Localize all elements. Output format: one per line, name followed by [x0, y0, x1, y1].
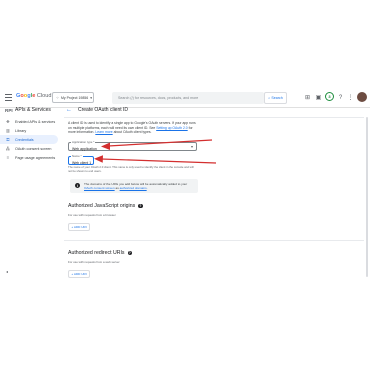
- logo-cloud-text: Cloud: [36, 93, 52, 99]
- project-selector[interactable]: ⁘ My Project 19856 ▾: [52, 92, 94, 103]
- sidebar-item-label: Library: [15, 128, 27, 133]
- sidebar-item-label: Credentials: [15, 137, 34, 142]
- notice-text-part: .: [146, 186, 148, 190]
- dashboard-icon: ✥: [6, 119, 10, 124]
- client-name-hint: The name of your OAuth 2.0 client. This …: [68, 165, 194, 173]
- collapse-sidebar-icon[interactable]: ◂: [6, 269, 8, 274]
- help-icon[interactable]: ?: [336, 93, 345, 102]
- project-name: My Project 19856: [60, 95, 89, 100]
- sidebar-item-oauth-consent[interactable]: ⁂ OAuth consent screen: [0, 144, 62, 153]
- js-origins-heading: Authorized JavaScript origins ?: [68, 203, 143, 209]
- client-name-value: Web client 1: [72, 160, 92, 165]
- setup-oauth-link[interactable]: Setting up OAuth 2.0: [156, 126, 187, 130]
- sidebar-item-library[interactable]: ▥ Library: [0, 126, 62, 135]
- redirect-uris-subtitle: For use with requests from a web server: [68, 260, 120, 264]
- scrollbar[interactable]: [366, 117, 368, 277]
- sidebar-item-enabled-apis[interactable]: ✥ Enabled APIs & services: [0, 117, 62, 126]
- terminal-icon[interactable]: ▣: [314, 93, 323, 102]
- application-type-select[interactable]: Application type * Web application ▾: [68, 140, 197, 151]
- intro-text-part: about OAuth client types.: [112, 130, 152, 135]
- nav-header: RPI APIs & Services: [0, 104, 62, 116]
- help-icon[interactable]: ?: [127, 250, 133, 256]
- sidebar-item-credentials[interactable]: ⚿ Credentials: [0, 135, 58, 144]
- gift-icon[interactable]: ⊞: [303, 93, 312, 102]
- chevron-down-icon: ▾: [90, 95, 92, 100]
- learn-more-link[interactable]: Learn more: [95, 130, 112, 134]
- redirect-uris-heading: Authorized redirect URIs ?: [68, 250, 133, 256]
- sidebar-item-label: Enabled APIs & services: [15, 119, 56, 124]
- authorized-domains-link[interactable]: authorized domains: [120, 186, 147, 190]
- more-options-icon[interactable]: ⋮: [346, 93, 355, 102]
- page-title: Create OAuth client ID: [78, 107, 129, 113]
- dropdown-arrow-icon: ▾: [190, 144, 193, 149]
- google-cloud-logo[interactable]: Google Cloud: [16, 93, 52, 99]
- header-divider: [64, 117, 364, 118]
- consent-screen-link[interactable]: OAuth consent screen: [84, 186, 115, 190]
- redirect-uris-title: Authorized redirect URIs: [68, 250, 125, 256]
- sidebar-item-label: OAuth consent screen: [15, 146, 52, 151]
- back-arrow-icon[interactable]: ←: [66, 107, 72, 113]
- key-icon: ⚿: [6, 137, 10, 142]
- search-button[interactable]: ⌕ Search: [264, 92, 287, 104]
- settings-list-icon: ≡: [6, 155, 10, 160]
- avatar[interactable]: [357, 92, 367, 102]
- section-divider: [64, 240, 364, 241]
- api-logo: RPI: [5, 107, 13, 113]
- info-notice-text: The domains of the URIs you add below wi…: [84, 182, 194, 190]
- help-icon[interactable]: ?: [138, 203, 143, 209]
- search-input[interactable]: Search (/) for resources, docs, products…: [112, 92, 264, 104]
- intro-text: A client ID is used to identify a single…: [68, 121, 198, 135]
- client-name-field[interactable]: Name * Web client 1: [68, 154, 94, 165]
- js-origins-subtitle: For use with requests from a browser: [68, 213, 116, 217]
- js-origins-title: Authorized JavaScript origins: [68, 203, 136, 209]
- notifications-badge[interactable]: 3: [325, 92, 334, 101]
- project-dots-icon: ⁘: [56, 95, 59, 100]
- search-icon: ⌕: [268, 96, 271, 100]
- search-button-label: Search: [271, 96, 283, 100]
- add-js-origin-button[interactable]: + ADD URI: [68, 223, 90, 231]
- annotation-arrow-name: [94, 155, 217, 164]
- info-notice: i The domains of the URIs you add below …: [70, 179, 198, 193]
- application-type-value: Web application: [72, 146, 97, 151]
- nav-title: APIs & Services: [15, 107, 51, 113]
- info-icon: i: [75, 183, 80, 188]
- sidebar-item-page-usage[interactable]: ≡ Page usage agreements: [0, 153, 62, 162]
- sidebar: ✥ Enabled APIs & services ▥ Library ⚿ Cr…: [0, 117, 62, 162]
- library-icon: ▥: [6, 128, 10, 133]
- application-type-label: Application type *: [71, 140, 96, 144]
- menu-icon[interactable]: [5, 94, 12, 101]
- sidebar-item-label: Page usage agreements: [15, 155, 56, 160]
- add-redirect-uri-button[interactable]: + ADD URI: [68, 270, 90, 278]
- consent-icon: ⁂: [5, 146, 11, 151]
- client-name-label: Name *: [71, 154, 83, 158]
